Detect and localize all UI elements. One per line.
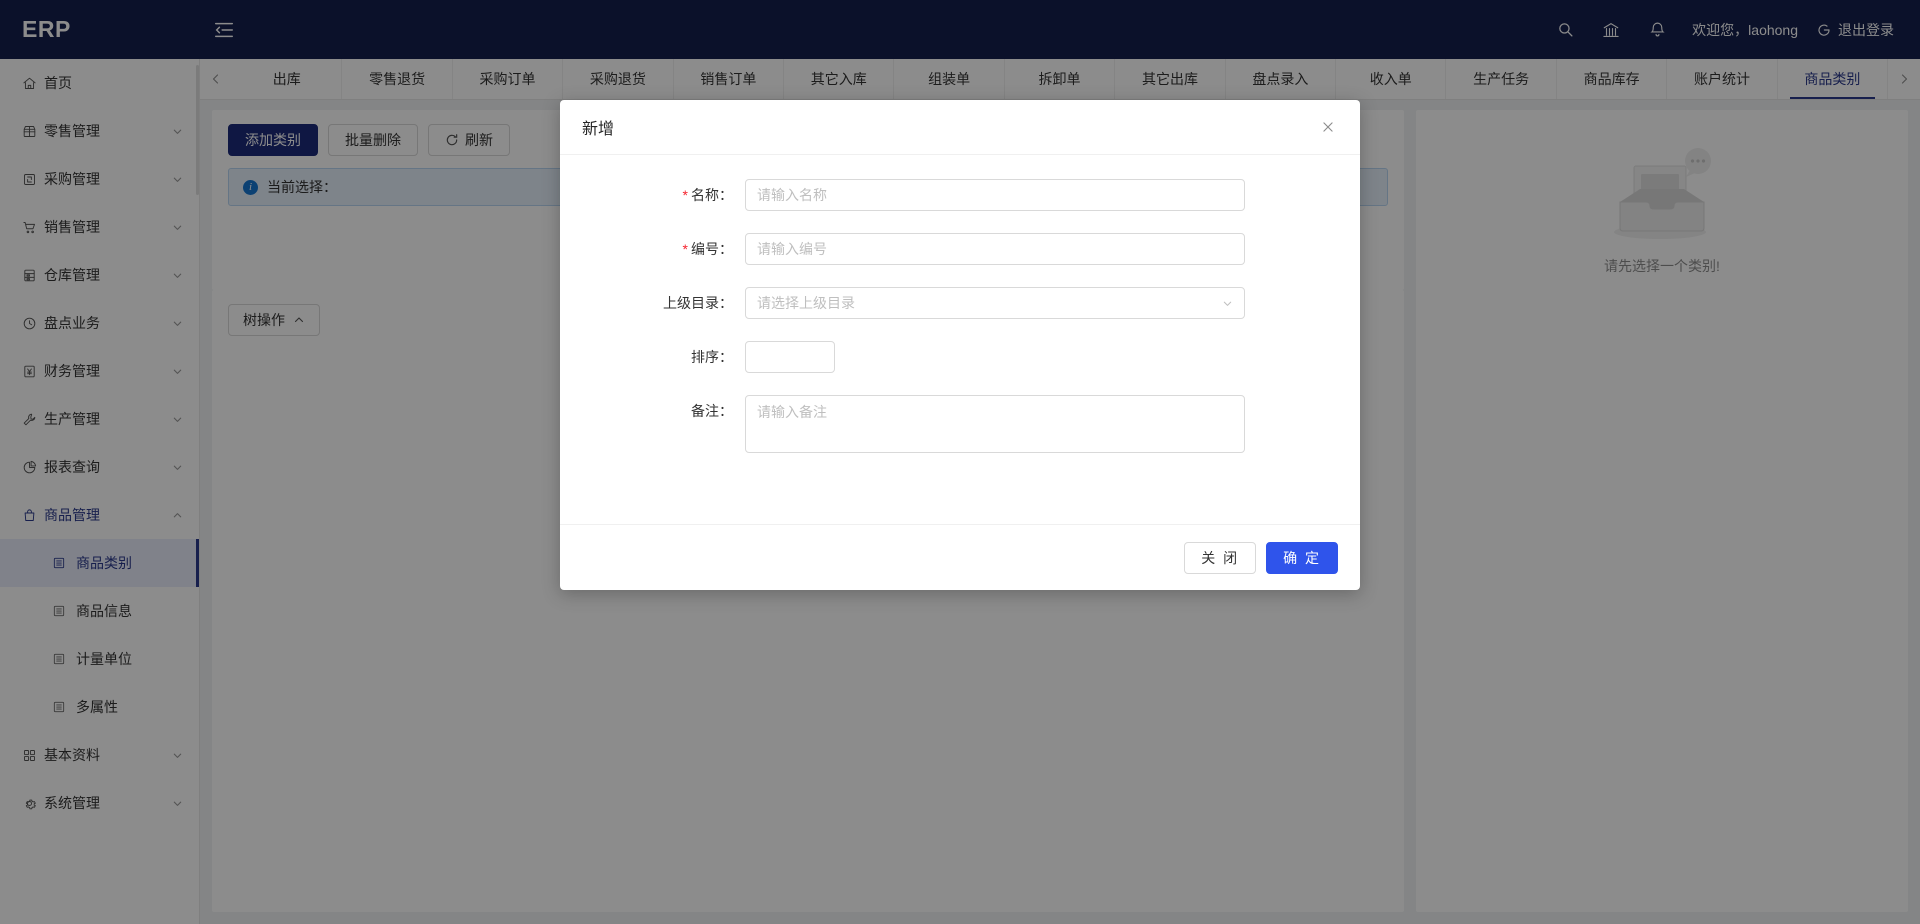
confirm-button[interactable]: 确 定 <box>1266 541 1338 574</box>
add-category-modal: 新增 *名称：*编号：上级目录：请选择上级目录排序：备注： 关 闭 确 定 <box>560 100 1360 590</box>
form-label-text: 编号： <box>691 241 733 257</box>
parent-directory-select[interactable]: 请选择上级目录 <box>745 287 1245 319</box>
form-label-text: 备注： <box>691 403 733 419</box>
form-field-2: 请选择上级目录 <box>745 287 1245 319</box>
name-input[interactable] <box>745 179 1245 211</box>
required-asterisk: * <box>682 187 688 203</box>
form-row-2: 上级目录： 请选择上级目录 <box>560 287 1360 319</box>
form-field-4 <box>745 395 1245 458</box>
form-row-1: * 编号： <box>560 233 1360 265</box>
modal-header: 新增 <box>560 100 1360 155</box>
form-row-0: * 名称： <box>560 179 1360 211</box>
form-label-text: 排序： <box>691 349 733 365</box>
chevron-down-icon <box>1222 298 1233 309</box>
form-row-3: 排序： <box>560 341 1360 373</box>
modal-title: 新增 <box>582 121 615 138</box>
cancel-button[interactable]: 关 闭 <box>1184 541 1257 574</box>
form-field-1 <box>745 233 1245 265</box>
modal-body: *名称：*编号：上级目录：请选择上级目录排序：备注： <box>560 155 1360 524</box>
form-label-3: 排序： <box>560 341 745 373</box>
form-label-text: 名称： <box>691 187 733 203</box>
form-field-0 <box>745 179 1245 211</box>
sort-order-input[interactable] <box>745 341 835 373</box>
required-asterisk: * <box>682 241 688 257</box>
app-root: ERP 欢迎您，laohong 退出登录 首页 零售管理 采购管理 销售管理 仓… <box>0 0 1920 924</box>
form-label-0: * 名称： <box>560 179 745 211</box>
modal-footer: 关 闭 确 定 <box>560 524 1360 590</box>
form-label-4: 备注： <box>560 395 745 427</box>
select-value: 请选择上级目录 <box>757 295 855 311</box>
form-label-1: * 编号： <box>560 233 745 265</box>
close-icon[interactable] <box>1316 115 1340 139</box>
code-input[interactable] <box>745 233 1245 265</box>
form-field-3 <box>745 341 835 373</box>
form-label-text: 上级目录： <box>663 295 733 311</box>
remark-textarea[interactable] <box>745 395 1245 453</box>
form-row-4: 备注： <box>560 395 1360 458</box>
category-form: *名称：*编号：上级目录：请选择上级目录排序：备注： <box>560 179 1360 458</box>
form-label-2: 上级目录： <box>560 287 745 319</box>
